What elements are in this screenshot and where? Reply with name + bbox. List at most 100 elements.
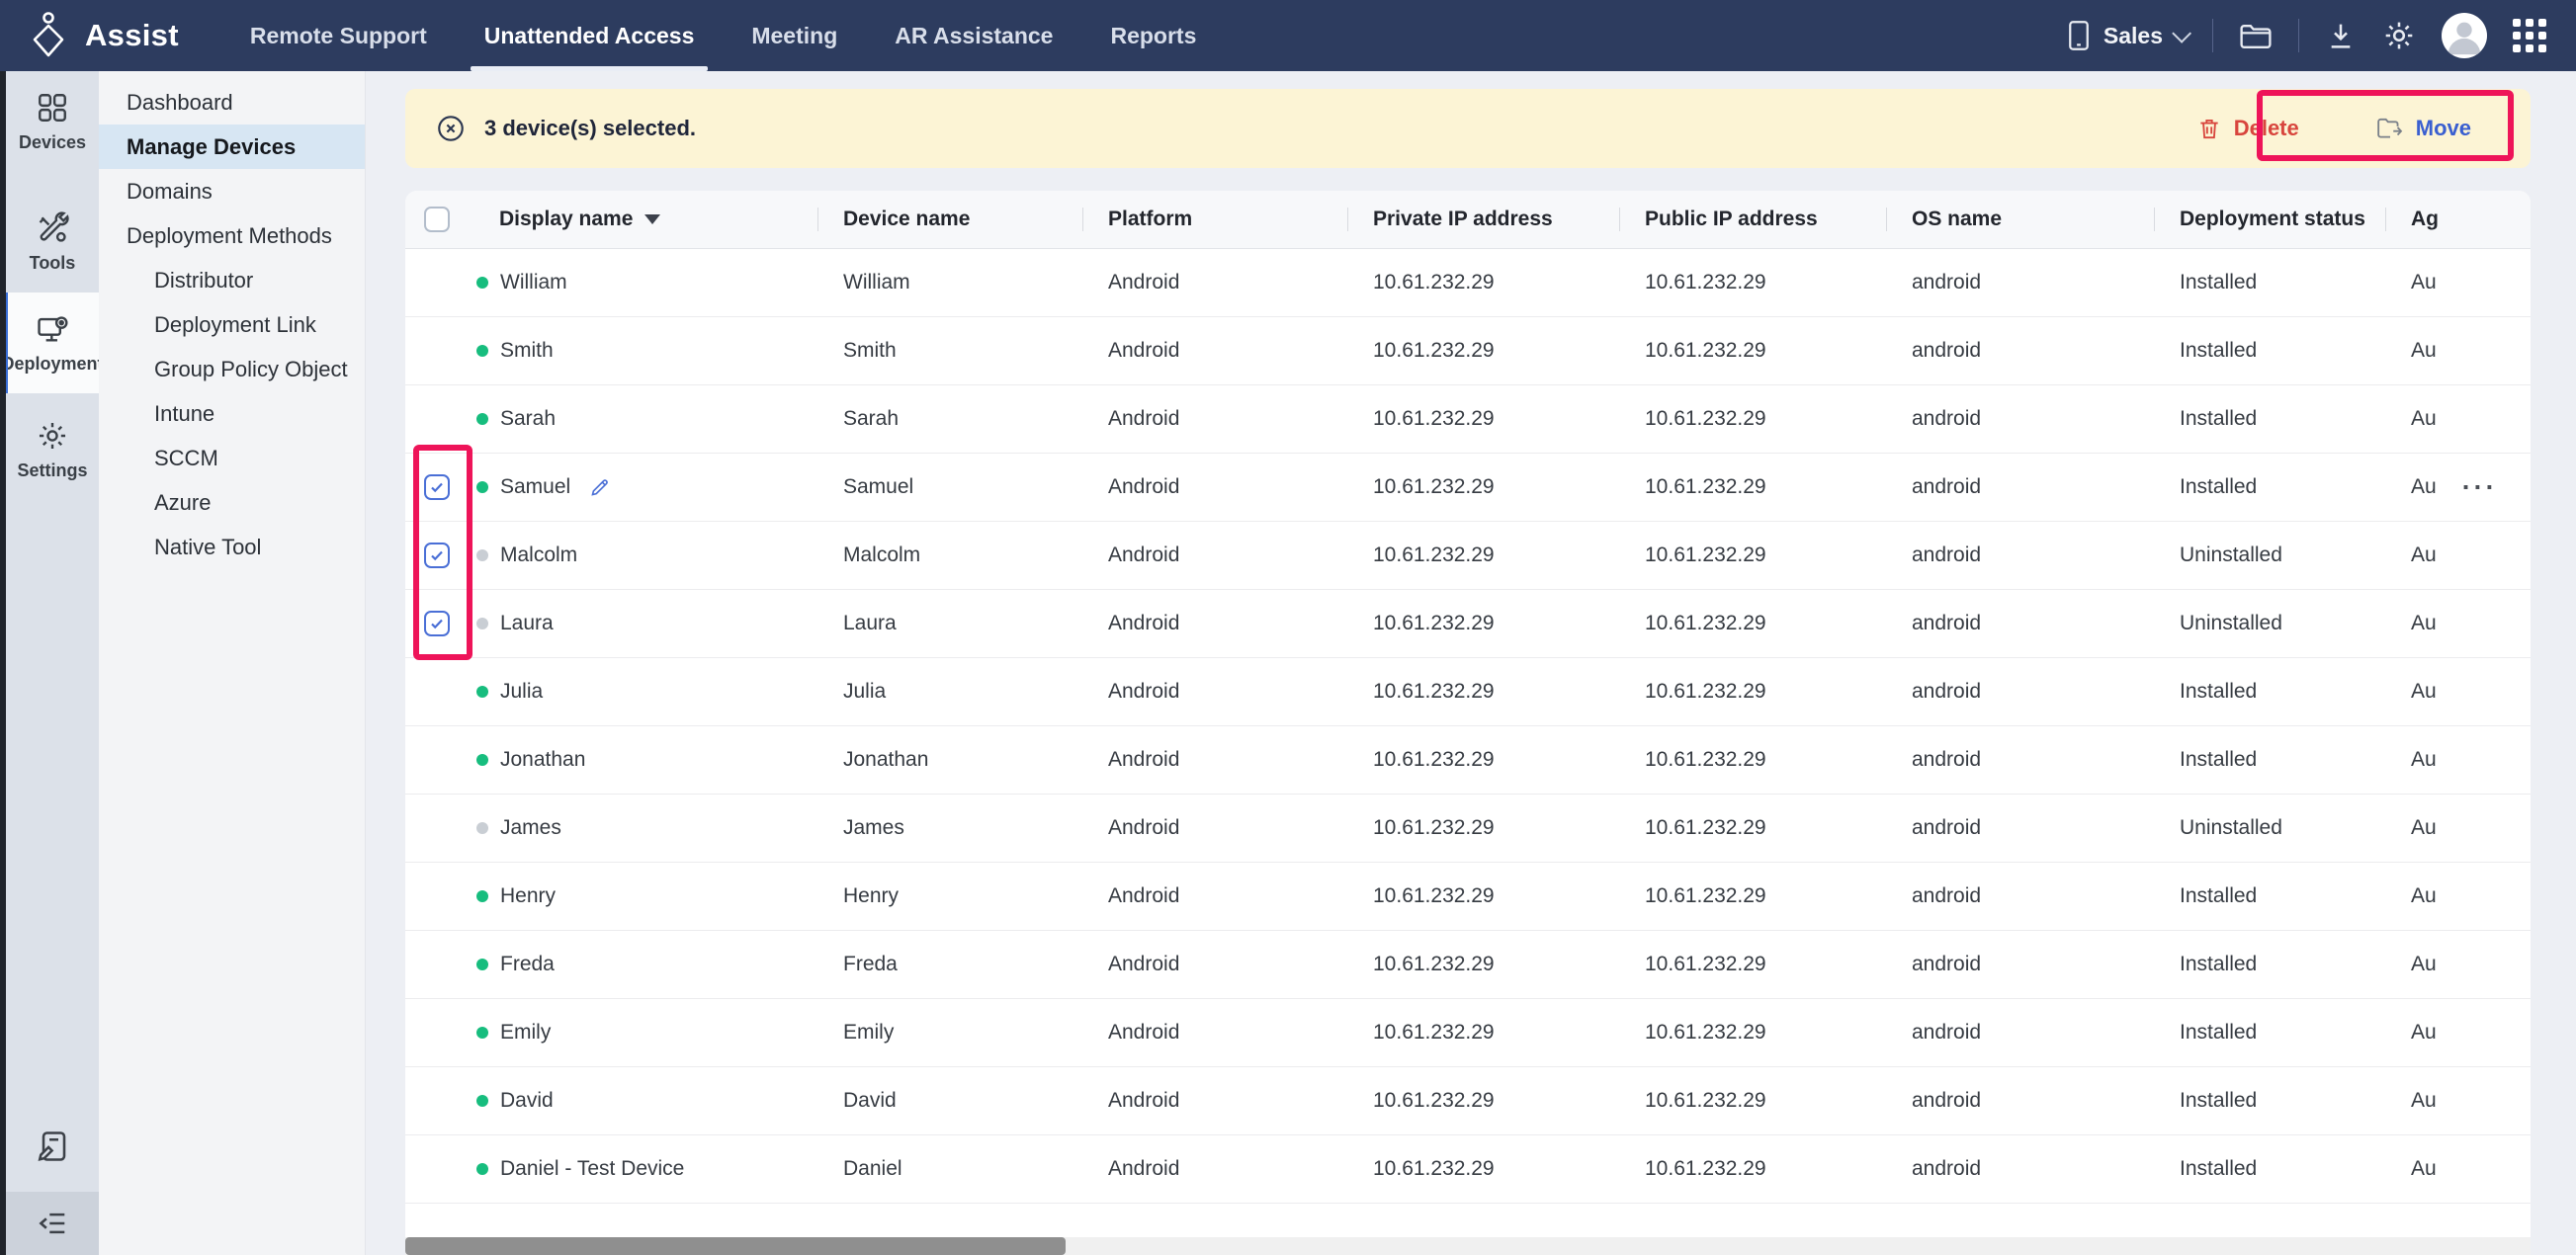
table-row[interactable]: Daniel - Test Device Daniel Android 10.6…	[405, 1135, 2531, 1204]
settings-gear-icon	[36, 419, 69, 453]
divider	[2212, 19, 2213, 52]
table-row[interactable]: Smith Smith Android 10.61.232.29 10.61.2…	[405, 317, 2531, 385]
edit-icon[interactable]	[588, 475, 612, 499]
sidebar-item-deployment-link[interactable]: Deployment Link	[99, 302, 365, 347]
status-dot	[476, 481, 488, 493]
table-row[interactable]: James James Android 10.61.232.29 10.61.2…	[405, 795, 2531, 863]
os-name: android	[1886, 884, 2154, 908]
public-ip: 10.61.232.29	[1619, 816, 1886, 840]
folder-icon[interactable]	[2239, 21, 2273, 50]
rail-item-devices[interactable]: Devices	[6, 85, 99, 153]
sort-caret-icon[interactable]	[644, 214, 660, 224]
sidebar-item-azure[interactable]: Azure	[99, 480, 365, 525]
sidebar-item-sccm[interactable]: SCCM	[99, 436, 365, 480]
device-name: Emily	[817, 1021, 1082, 1045]
table-row[interactable]: William William Android 10.61.232.29 10.…	[405, 249, 2531, 317]
app-logo[interactable]: Assist	[26, 11, 179, 60]
public-ip: 10.61.232.29	[1619, 1157, 1886, 1181]
more-actions-icon[interactable]	[2462, 474, 2498, 501]
table-row[interactable]: Henry Henry Android 10.61.232.29 10.61.2…	[405, 863, 2531, 931]
deployment-status: Installed	[2154, 407, 2385, 431]
public-ip: 10.61.232.29	[1619, 1089, 1886, 1113]
rail-item-tools[interactable]: Tools	[6, 206, 99, 274]
os-name: android	[1886, 1157, 2154, 1181]
sidebar-item-group-policy-object[interactable]: Group Policy Object	[99, 347, 365, 391]
public-ip: 10.61.232.29	[1619, 475, 1886, 499]
move-button[interactable]: Move	[2376, 116, 2471, 141]
table-row[interactable]: Freda Freda Android 10.61.232.29 10.61.2…	[405, 931, 2531, 999]
display-name: Emily	[500, 1021, 551, 1045]
private-ip: 10.61.232.29	[1347, 1021, 1619, 1045]
sidebar-item-domains[interactable]: Domains	[99, 169, 365, 213]
device-name: Freda	[817, 953, 1082, 976]
display-name: Henry	[500, 884, 556, 908]
delete-button[interactable]: Delete	[2196, 116, 2299, 141]
display-name: James	[500, 816, 561, 840]
device-name: Daniel	[817, 1157, 1082, 1181]
avatar[interactable]	[2442, 13, 2487, 58]
status-dot	[476, 1095, 488, 1107]
horizontal-scrollbar[interactable]	[405, 1237, 2531, 1255]
rail-item-deployment[interactable]: Deployment	[6, 293, 99, 393]
select-all-checkbox[interactable]	[424, 207, 450, 232]
agent-version: Au	[2411, 884, 2437, 908]
sidebar-item-deployment-methods[interactable]: Deployment Methods	[99, 213, 365, 258]
tab-meeting[interactable]: Meeting	[751, 0, 837, 71]
agent-version: Au	[2411, 680, 2437, 704]
tab-remote-support[interactable]: Remote Support	[250, 0, 427, 71]
tools-icon	[36, 211, 69, 245]
tab-reports[interactable]: Reports	[1110, 0, 1196, 71]
private-ip: 10.61.232.29	[1347, 407, 1619, 431]
col-public-ip: Public IP address	[1619, 208, 1886, 231]
agent-version: Au	[2411, 475, 2437, 499]
platform: Android	[1082, 680, 1347, 704]
deployment-status: Installed	[2154, 1089, 2385, 1113]
private-ip: 10.61.232.29	[1347, 680, 1619, 704]
download-icon[interactable]	[2325, 20, 2357, 51]
table-row[interactable]: David David Android 10.61.232.29 10.61.2…	[405, 1067, 2531, 1135]
agent-version: Au	[2411, 339, 2437, 363]
status-dot	[476, 345, 488, 357]
deployment-status: Installed	[2154, 339, 2385, 363]
feedback-note-icon[interactable]	[6, 1129, 99, 1164]
deployment-status: Installed	[2154, 1157, 2385, 1181]
sidebar-item-native-tool[interactable]: Native Tool	[99, 525, 365, 569]
platform: Android	[1082, 544, 1347, 567]
rail-item-settings[interactable]: Settings	[6, 413, 99, 481]
private-ip: 10.61.232.29	[1347, 884, 1619, 908]
os-name: android	[1886, 1089, 2154, 1113]
scrollbar-thumb[interactable]	[405, 1237, 1066, 1255]
sidebar-collapse-toggle[interactable]	[6, 1192, 99, 1255]
table-row[interactable]: Emily Emily Android 10.61.232.29 10.61.2…	[405, 999, 2531, 1067]
tab-unattended-access[interactable]: Unattended Access	[484, 0, 695, 71]
row-checkbox[interactable]	[424, 611, 450, 636]
portal-selector[interactable]: Sales	[2064, 19, 2187, 52]
apps-grid-icon[interactable]	[2513, 19, 2546, 52]
sidebar-item-manage-devices[interactable]: Manage Devices	[99, 125, 365, 169]
table-row[interactable]: Sarah Sarah Android 10.61.232.29 10.61.2…	[405, 385, 2531, 454]
public-ip: 10.61.232.29	[1619, 884, 1886, 908]
gear-icon[interactable]	[2382, 19, 2416, 52]
row-checkbox[interactable]	[424, 543, 450, 568]
table-row[interactable]: Malcolm Malcolm Android 10.61.232.29 10.…	[405, 522, 2531, 590]
deselect-circle-x-icon[interactable]	[435, 113, 467, 144]
public-ip: 10.61.232.29	[1619, 680, 1886, 704]
table-row[interactable]: Julia Julia Android 10.61.232.29 10.61.2…	[405, 658, 2531, 726]
devices-grid-icon	[36, 91, 69, 125]
banner-actions: Delete Move	[2196, 116, 2471, 141]
table-row[interactable]: Laura Laura Android 10.61.232.29 10.61.2…	[405, 590, 2531, 658]
device-name: Laura	[817, 612, 1082, 635]
platform: Android	[1082, 339, 1347, 363]
table-row[interactable]: Samuel Samuel Android 10.61.232.29 10.61…	[405, 454, 2531, 522]
sidebar-item-intune[interactable]: Intune	[99, 391, 365, 436]
table-body: William William Android 10.61.232.29 10.…	[405, 249, 2531, 1204]
display-name: Malcolm	[500, 544, 577, 567]
sidebar-item-distributor[interactable]: Distributor	[99, 258, 365, 302]
chevron-down-icon	[2172, 24, 2191, 43]
nav-right-controls: Sales	[2064, 13, 2576, 58]
table-row[interactable]: Jonathan Jonathan Android 10.61.232.29 1…	[405, 726, 2531, 795]
sidebar-item-dashboard[interactable]: Dashboard	[99, 80, 365, 125]
row-checkbox[interactable]	[424, 474, 450, 500]
platform: Android	[1082, 475, 1347, 499]
tab-ar-assistance[interactable]: AR Assistance	[895, 0, 1053, 71]
